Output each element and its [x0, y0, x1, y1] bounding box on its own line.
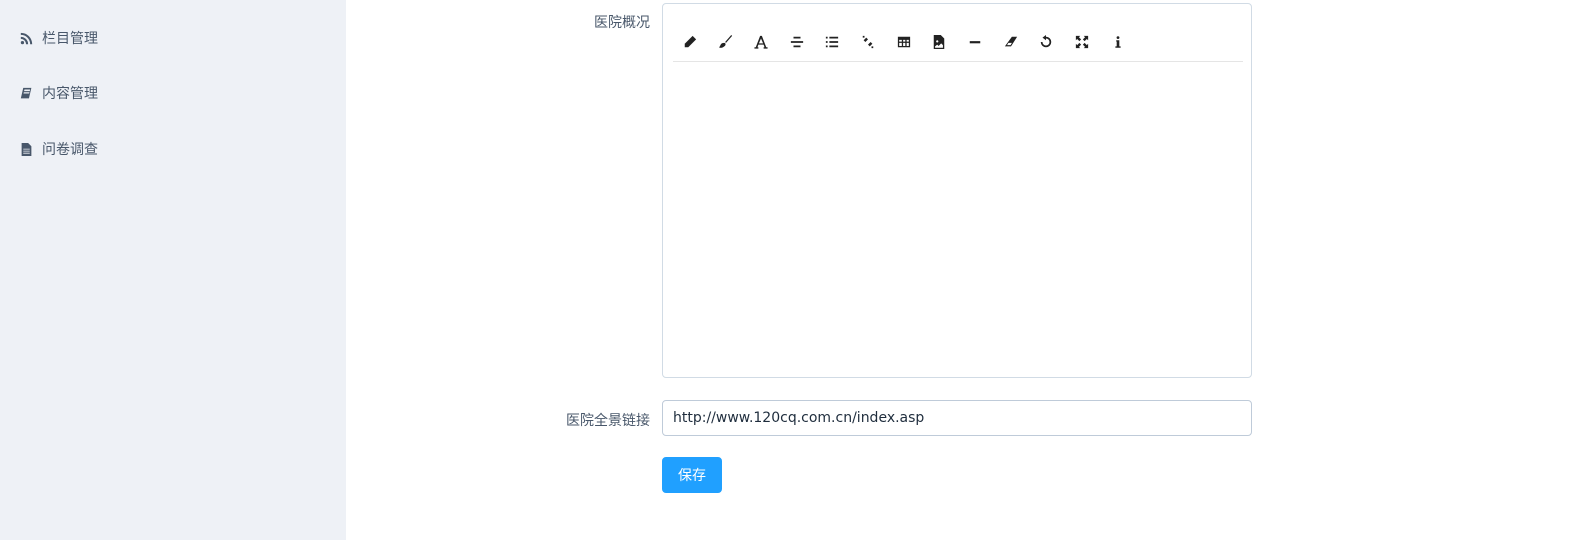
sidebar: 栏目管理 内容管理 问卷调查	[0, 0, 346, 540]
rich-text-editor	[662, 3, 1252, 378]
image-icon[interactable]	[928, 31, 950, 53]
editor-content-area[interactable]	[673, 64, 1243, 369]
table-icon[interactable]	[893, 31, 915, 53]
book-icon	[18, 85, 34, 101]
panorama-link-label: 医院全景链接	[566, 413, 650, 429]
unlink-icon[interactable]	[857, 31, 879, 53]
pencil-icon[interactable]	[679, 31, 701, 53]
font-icon[interactable]	[750, 31, 772, 53]
sidebar-item-survey[interactable]: 问卷调查	[18, 139, 98, 159]
file-text-icon	[18, 141, 34, 157]
eraser-icon[interactable]	[1000, 31, 1022, 53]
undo-icon[interactable]	[1035, 31, 1057, 53]
save-button[interactable]: 保存	[662, 457, 722, 493]
sidebar-item-column-management[interactable]: 栏目管理	[18, 28, 98, 48]
horizontal-rule-icon[interactable]	[964, 31, 986, 53]
overview-label: 医院概况	[594, 15, 650, 31]
fullscreen-icon[interactable]	[1071, 31, 1093, 53]
panorama-link-input[interactable]	[662, 400, 1252, 436]
align-center-icon[interactable]	[786, 31, 808, 53]
paint-brush-icon[interactable]	[715, 31, 737, 53]
list-icon[interactable]	[821, 31, 843, 53]
sidebar-item-label: 栏目管理	[42, 31, 98, 47]
sidebar-item-label: 问卷调查	[42, 142, 98, 158]
sidebar-item-content-management[interactable]: 内容管理	[18, 83, 98, 103]
rss-icon	[18, 30, 34, 46]
sidebar-item-label: 内容管理	[42, 86, 98, 102]
info-icon[interactable]	[1107, 31, 1129, 53]
editor-toolbar	[673, 26, 1243, 62]
